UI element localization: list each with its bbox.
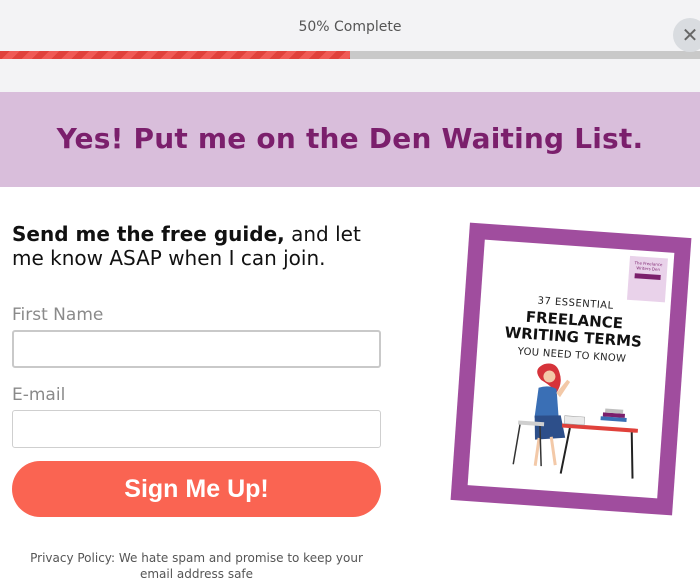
intro-bold: Send me the free guide, — [12, 222, 285, 246]
guide-cover-image: The Freelance Writers Den 37 ESSENTIAL F… — [450, 222, 692, 516]
banner: Yes! Put me on the Den Waiting List. — [0, 92, 700, 187]
progress-bar-fill — [0, 51, 350, 59]
email-label: E-mail — [12, 385, 66, 405]
close-icon: ✕ — [681, 23, 699, 47]
sign-up-button[interactable]: Sign Me Up! — [12, 461, 381, 517]
progress-label: 50% Complete — [298, 19, 402, 35]
banner-title: Yes! Put me on the Den Waiting List. — [56, 122, 644, 155]
close-button[interactable]: ✕ — [673, 18, 700, 52]
progress-bar — [0, 51, 700, 59]
email-field[interactable] — [12, 410, 381, 448]
first-name-field[interactable] — [12, 330, 381, 368]
first-name-label: First Name — [12, 305, 104, 325]
book-ribbon-text: The Freelance Writers Den — [634, 260, 663, 272]
writer-illustration — [512, 363, 638, 479]
progress-header: 50% Complete — [0, 0, 700, 92]
intro-text: Send me the free guide, and let me know … — [12, 222, 392, 270]
book-ribbon-bar — [634, 273, 661, 281]
privacy-policy-text: Privacy Policy: We hate spam and promise… — [30, 551, 363, 581]
book-ribbon-logo: The Freelance Writers Den — [626, 255, 668, 303]
guide-cover-page: The Freelance Writers Den 37 ESSENTIAL F… — [467, 239, 675, 499]
